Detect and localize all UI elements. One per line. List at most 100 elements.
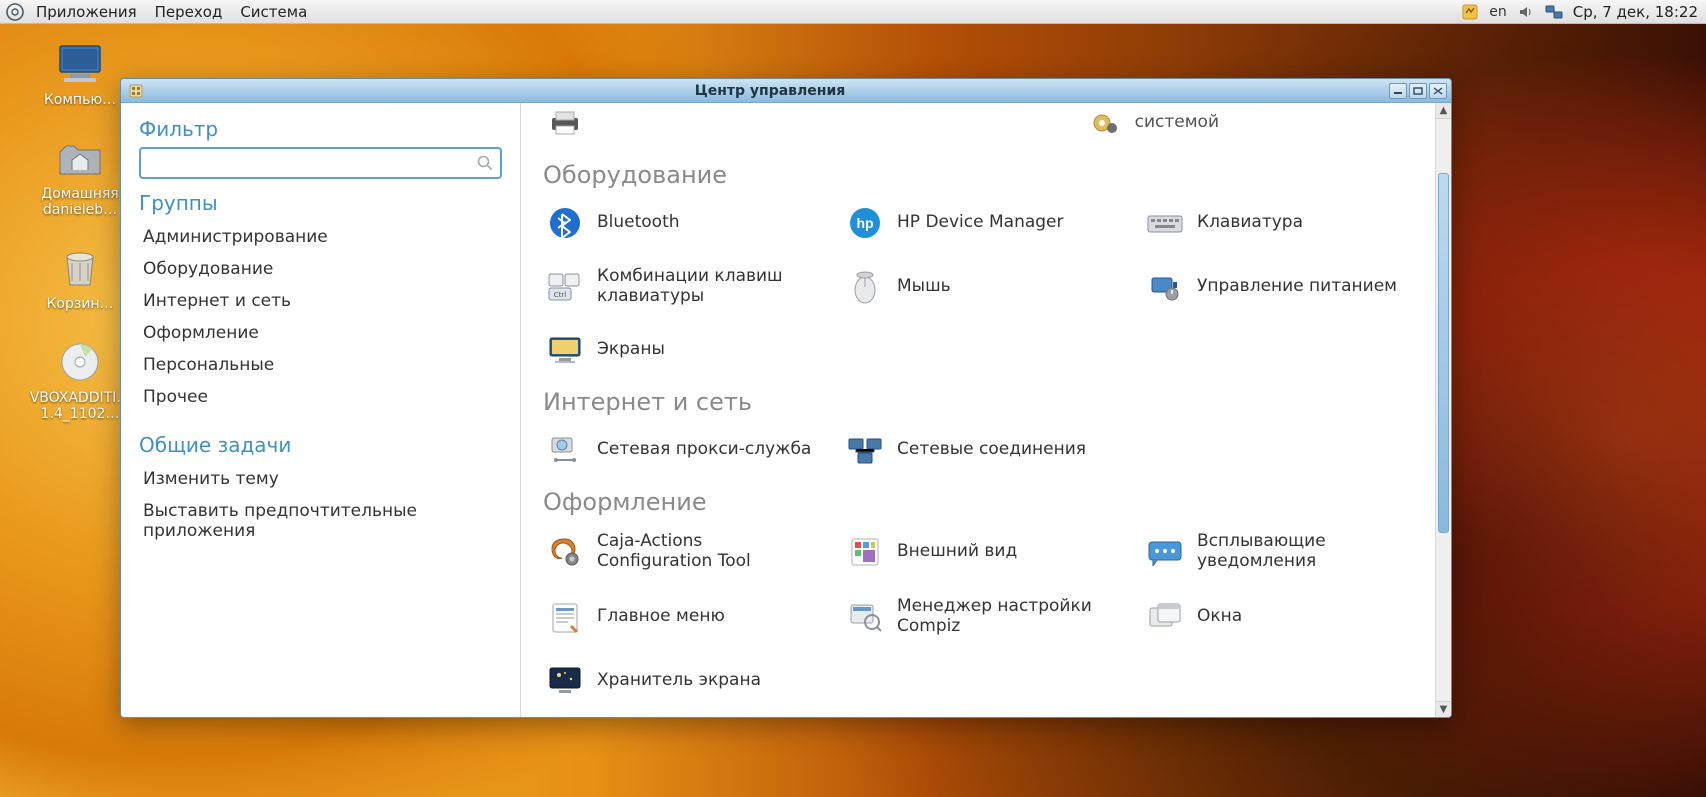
cutoff-previous-section: системой — [543, 103, 1419, 143]
settings-entry[interactable]: Клавиатура — [1143, 203, 1419, 243]
settings-entry[interactable]: Сетевые соединения — [843, 430, 1119, 470]
tasks-heading: Общие задачи — [139, 433, 502, 457]
distro-logo-icon[interactable] — [4, 1, 26, 23]
entry-label: Внешний вид — [897, 542, 1017, 562]
section-heading: Оборудование — [543, 161, 1419, 189]
group-item[interactable]: Персональные — [139, 349, 502, 381]
close-button[interactable] — [1429, 83, 1447, 99]
settings-entry[interactable]: hp HP Device Manager — [843, 203, 1119, 243]
settings-entry[interactable]: Главное меню — [543, 595, 819, 638]
entry-label: Bluetooth — [597, 213, 680, 233]
menu-places[interactable]: Переход — [155, 3, 223, 21]
settings-entry[interactable]: Ctrl Комбинации клавиш клавиатуры — [543, 265, 819, 308]
search-input[interactable] — [139, 147, 502, 179]
scroll-down-icon[interactable]: ▼ — [1436, 701, 1451, 717]
section-grid: Caja-Actions Configuration Tool Внешний в… — [543, 530, 1419, 700]
section-grid: Сетевая прокси-служба Сетевые соединения — [543, 430, 1419, 470]
scrollbar-thumb[interactable] — [1438, 173, 1449, 533]
cutoff-entry[interactable]: системой — [1083, 103, 1419, 143]
window-title: Центр управления — [151, 83, 1389, 99]
search-wrap — [139, 147, 502, 179]
caja-icon — [547, 534, 583, 570]
settings-entry[interactable]: Управление питанием — [1143, 265, 1419, 308]
entry-label: Сетевая прокси-служба — [597, 440, 811, 460]
menu-applications[interactable]: Приложения — [36, 3, 137, 21]
sidebar: Фильтр Группы Администрирование Оборудов… — [121, 103, 521, 717]
panel-menus: Приложения Переход Система — [36, 3, 307, 21]
screensaver-icon — [547, 662, 583, 698]
settings-entry[interactable]: Хранитель экрана — [543, 660, 819, 700]
entry-label: Caja-Actions Configuration Tool — [597, 532, 815, 571]
entry-label: Окна — [1197, 607, 1242, 627]
groups-heading: Группы — [139, 191, 502, 215]
mainmenu-icon — [547, 599, 583, 635]
computer-icon — [52, 40, 108, 88]
settings-entry[interactable]: Окна — [1143, 595, 1419, 638]
search-icon — [476, 154, 494, 172]
trash-icon — [52, 244, 108, 292]
appearance-icon — [847, 534, 883, 570]
cd-icon — [52, 338, 108, 386]
entry-label: Сетевые соединения — [897, 440, 1086, 460]
network-icon — [847, 432, 883, 468]
svg-text:hp: hp — [856, 215, 873, 231]
compiz-icon — [847, 599, 883, 635]
task-item[interactable]: Изменить тему — [139, 463, 502, 495]
power-icon — [1147, 269, 1183, 305]
volume-icon[interactable] — [1517, 3, 1535, 21]
desktop-icon-label: VBOXADDITI… 1.4_1102… — [30, 390, 131, 422]
entry-label: Хранитель экрана — [597, 671, 761, 691]
scroll-up-icon[interactable]: ▲ — [1436, 103, 1451, 119]
hp-icon: hp — [847, 205, 883, 241]
maximize-button[interactable] — [1409, 83, 1427, 99]
proxy-icon — [547, 432, 583, 468]
group-list: Администрирование Оборудование Интернет … — [139, 221, 502, 413]
settings-entry[interactable]: Мышь — [843, 265, 1119, 308]
desktop-icon-label: Домашняя danieleb… — [41, 186, 118, 218]
group-item[interactable]: Администрирование — [139, 221, 502, 253]
clock[interactable]: Ср, 7 дек, 18:22 — [1573, 3, 1698, 21]
section-grid: Bluetooth hp HP Device Manager Клавиатура Ct… — [543, 203, 1419, 370]
top-panel: Приложения Переход Система en Ср, 7 дек,… — [0, 0, 1706, 24]
entry-label: Главное меню — [597, 607, 725, 627]
home-folder-icon — [52, 134, 108, 182]
bluetooth-icon — [547, 205, 583, 241]
control-center-icon — [127, 82, 145, 100]
display-icon — [547, 332, 583, 368]
filter-heading: Фильтр — [139, 117, 502, 141]
network-icon[interactable] — [1545, 3, 1563, 21]
gear-icon — [1087, 105, 1123, 141]
keyboard-layout[interactable]: en — [1489, 4, 1507, 20]
group-item[interactable]: Прочее — [139, 381, 502, 413]
cutoff-label: системой — [1135, 113, 1219, 133]
group-item[interactable]: Интернет и сеть — [139, 285, 502, 317]
settings-entry[interactable]: Bluetooth — [543, 203, 819, 243]
task-item[interactable]: Выставить предпочтительные приложения — [139, 495, 502, 547]
cutoff-entry[interactable] — [543, 103, 587, 143]
minimize-button[interactable] — [1389, 83, 1407, 99]
settings-entry[interactable]: Менеджер настройки Compiz — [843, 595, 1119, 638]
main-content: системой Оборудование Bluetooth hp HP Devic… — [521, 103, 1451, 717]
desktop-icon-label: Корзин… — [46, 296, 113, 312]
settings-entry[interactable]: Внешний вид — [843, 530, 1119, 573]
entry-label: HP Device Manager — [897, 213, 1064, 233]
entry-label: Всплывающие уведомления — [1197, 532, 1415, 571]
settings-entry[interactable]: Caja-Actions Configuration Tool — [543, 530, 819, 573]
entry-label: Комбинации клавиш клавиатуры — [597, 267, 815, 306]
entry-label: Управление питанием — [1197, 277, 1397, 297]
printer-icon — [547, 105, 583, 141]
vertical-scrollbar[interactable]: ▲ ▼ — [1435, 103, 1451, 717]
shortcuts-icon: Ctrl — [547, 269, 583, 305]
group-item[interactable]: Оборудование — [139, 253, 502, 285]
entry-label: Мышь — [897, 277, 951, 297]
menu-system[interactable]: Система — [240, 3, 307, 21]
mouse-icon — [847, 269, 883, 305]
settings-entry[interactable]: Экраны — [543, 330, 819, 370]
window-titlebar[interactable]: Центр управления — [121, 79, 1451, 103]
group-item[interactable]: Оформление — [139, 317, 502, 349]
settings-entry[interactable]: Всплывающие уведомления — [1143, 530, 1419, 573]
updates-icon[interactable] — [1461, 3, 1479, 21]
settings-entry[interactable]: Сетевая прокси-служба — [543, 430, 819, 470]
svg-text:Ctrl: Ctrl — [554, 291, 567, 299]
desktop-icon-label: Компью… — [44, 92, 116, 108]
